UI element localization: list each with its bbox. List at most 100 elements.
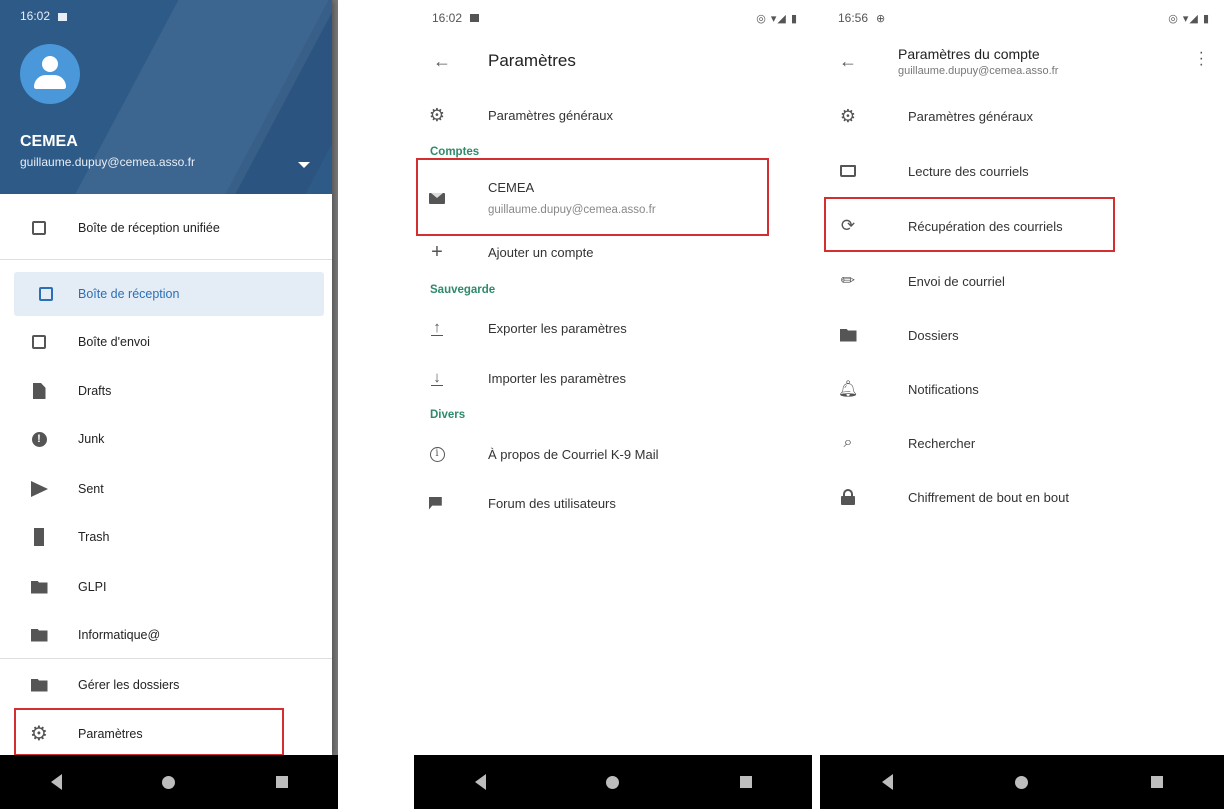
- account-settings-reading[interactable]: Lecture des courriels: [820, 158, 1224, 184]
- drawer-item-sent[interactable]: Sent: [0, 467, 332, 511]
- app-bar: ← Paramètres: [414, 36, 812, 86]
- folder-icon: [30, 678, 48, 692]
- account-dropdown-icon[interactable]: [298, 162, 310, 168]
- avatar[interactable]: [20, 44, 80, 104]
- drawer-item-label: Boîte de réception unifiée: [78, 221, 220, 235]
- outbox-icon: [32, 335, 46, 349]
- account-settings-sending[interactable]: ✏ Envoi de courriel: [820, 268, 1224, 294]
- drawer-item-unified-inbox[interactable]: Boîte de réception unifiée: [0, 206, 332, 250]
- drawer-item-label: Trash: [78, 530, 110, 544]
- account-settings-notifications[interactable]: 🔔︎ Notifications: [820, 376, 1224, 402]
- settings-item-label: Lecture des courriels: [908, 163, 1029, 179]
- export-settings-button[interactable]: ↑ Exporter les paramètres: [414, 316, 812, 340]
- account-email: guillaume.dupuy@cemea.asso.fr: [488, 204, 656, 216]
- account-settings-folders[interactable]: Dossiers: [820, 322, 1224, 348]
- account-settings-encryption[interactable]: Chiffrement de bout en bout: [820, 484, 1224, 510]
- divider: [0, 259, 332, 260]
- status-time: 16:56: [838, 11, 869, 25]
- notification-icon: [58, 12, 68, 21]
- status-icons: ◎ ▾◢ ▮: [1168, 12, 1210, 25]
- navigation-drawer: 16:02 CEMEA guillaume.dupuy@cemea.asso.f…: [0, 0, 332, 756]
- account-settings-general[interactable]: ⚙ Paramètres généraux: [820, 103, 1224, 129]
- folder-icon: [839, 328, 857, 342]
- drawer-item-label: Paramètres: [78, 727, 143, 741]
- settings-item-label: Chiffrement de bout en bout: [908, 489, 1069, 505]
- drawer-item-label: Drafts: [78, 384, 112, 398]
- drafts-icon: [32, 383, 46, 399]
- account-settings-fetching[interactable]: ⟳ Récupération des courriels: [820, 213, 1224, 239]
- drawer-item-inbox[interactable]: Boîte de réception: [14, 272, 324, 316]
- gear-icon: ⚙: [839, 106, 857, 126]
- drawer-item-outbox[interactable]: Boîte d'envoi: [0, 320, 332, 364]
- drawer-item-label: Sent: [78, 482, 104, 496]
- info-icon: i: [429, 446, 445, 462]
- nav-home-button[interactable]: [149, 762, 189, 802]
- section-header-misc: Divers: [430, 409, 466, 421]
- back-arrow-icon[interactable]: ←: [820, 51, 876, 72]
- status-time: 16:02: [20, 9, 51, 23]
- nav-back-button[interactable]: [867, 762, 907, 802]
- drawer-item-label: Informatique@: [78, 628, 161, 642]
- settings-item-label: Ajouter un compte: [488, 244, 594, 260]
- status-icons: ◎ ▾◢ ▮: [756, 12, 798, 25]
- drawer-item-junk[interactable]: ! Junk: [0, 417, 332, 461]
- about-item[interactable]: i À propos de Courriel K-9 Mail: [414, 442, 812, 466]
- account-name: CEMEA: [488, 180, 535, 195]
- search-icon: ⌕: [843, 434, 853, 451]
- nav-home-button[interactable]: [593, 762, 633, 802]
- download-icon: ↓: [431, 370, 443, 386]
- drawer-item-label: Boîte d'envoi: [78, 335, 150, 349]
- drawer-item-trash[interactable]: Trash: [0, 515, 332, 559]
- section-header-backup: Sauvegarde: [430, 284, 496, 296]
- bell-icon: 🔔︎: [837, 381, 859, 398]
- drawer-item-label: GLPI: [78, 580, 107, 594]
- drawer-item-label: Boîte de réception: [78, 287, 180, 301]
- nav-back-button[interactable]: [460, 762, 500, 802]
- phone-account-settings-screen: 16:56 ⊕ ◎ ▾◢ ▮ ← Paramètres du compte gu…: [820, 0, 1224, 809]
- phone-settings-screen: 16:02 ◎ ▾◢ ▮ ← Paramètres ⚙ Paramètres g…: [414, 0, 812, 809]
- settings-item-label: Notifications: [908, 381, 979, 397]
- drawer-item-manage-folders[interactable]: Gérer les dossiers: [0, 663, 332, 707]
- page-title: Paramètres: [488, 51, 576, 70]
- sent-icon: [30, 481, 48, 497]
- nav-recents-button[interactable]: [726, 762, 766, 802]
- drawer-item-settings[interactable]: ⚙ Paramètres: [0, 712, 332, 756]
- drawer-item-drafts[interactable]: Drafts: [0, 369, 332, 413]
- settings-item-label: À propos de Courriel K-9 Mail: [488, 446, 659, 462]
- forum-item[interactable]: Forum des utilisateurs: [414, 491, 812, 515]
- back-arrow-icon[interactable]: ←: [414, 51, 470, 72]
- settings-item-label: Exporter les paramètres: [488, 320, 627, 336]
- gear-icon: ⚙: [30, 723, 48, 745]
- drawer-item-glpi[interactable]: GLPI: [0, 565, 332, 609]
- settings-item-general[interactable]: ⚙ Paramètres généraux: [414, 102, 812, 128]
- settings-item-label: Rechercher: [908, 435, 976, 451]
- status-bar: 16:02: [0, 0, 332, 28]
- notification-icon: [470, 14, 480, 22]
- account-settings-search[interactable]: ⌕ Rechercher: [820, 430, 1224, 456]
- settings-item-label: Forum des utilisateurs: [488, 495, 616, 511]
- account-item-cemea[interactable]: CEMEA guillaume.dupuy@cemea.asso.fr: [414, 166, 812, 230]
- nav-back-button[interactable]: [36, 762, 76, 802]
- nav-recents-button[interactable]: [1137, 762, 1177, 802]
- lock-icon: [841, 489, 855, 505]
- folder-icon: [30, 580, 48, 594]
- page-subtitle: guillaume.dupuy@cemea.asso.fr: [898, 64, 1059, 77]
- add-account-button[interactable]: + Ajouter un compte: [414, 240, 812, 264]
- drawer-header: 16:02 CEMEA guillaume.dupuy@cemea.asso.f…: [0, 0, 332, 194]
- nav-home-button[interactable]: [1002, 762, 1042, 802]
- import-settings-button[interactable]: ↓ Importer les paramètres: [414, 366, 812, 390]
- system-nav-bar: [414, 755, 812, 809]
- nav-recents-button[interactable]: [262, 762, 302, 802]
- settings-item-label: Importer les paramètres: [488, 370, 626, 386]
- overflow-menu-icon[interactable]: · · ·: [1199, 45, 1204, 73]
- section-header-accounts: Comptes: [430, 146, 480, 158]
- status-bar: 16:02 ◎ ▾◢ ▮: [414, 0, 812, 36]
- upload-icon: ↑: [431, 320, 443, 336]
- app-bar: ← Paramètres du compte guillaume.dupuy@c…: [820, 36, 1224, 86]
- divider: [0, 658, 332, 659]
- account-email: guillaume.dupuy@cemea.asso.fr: [20, 155, 195, 169]
- unified-inbox-icon: [32, 221, 46, 235]
- system-nav-bar: [820, 755, 1224, 809]
- drawer-item-label: Junk: [78, 432, 105, 446]
- drawer-item-informatique[interactable]: Informatique@: [0, 613, 332, 657]
